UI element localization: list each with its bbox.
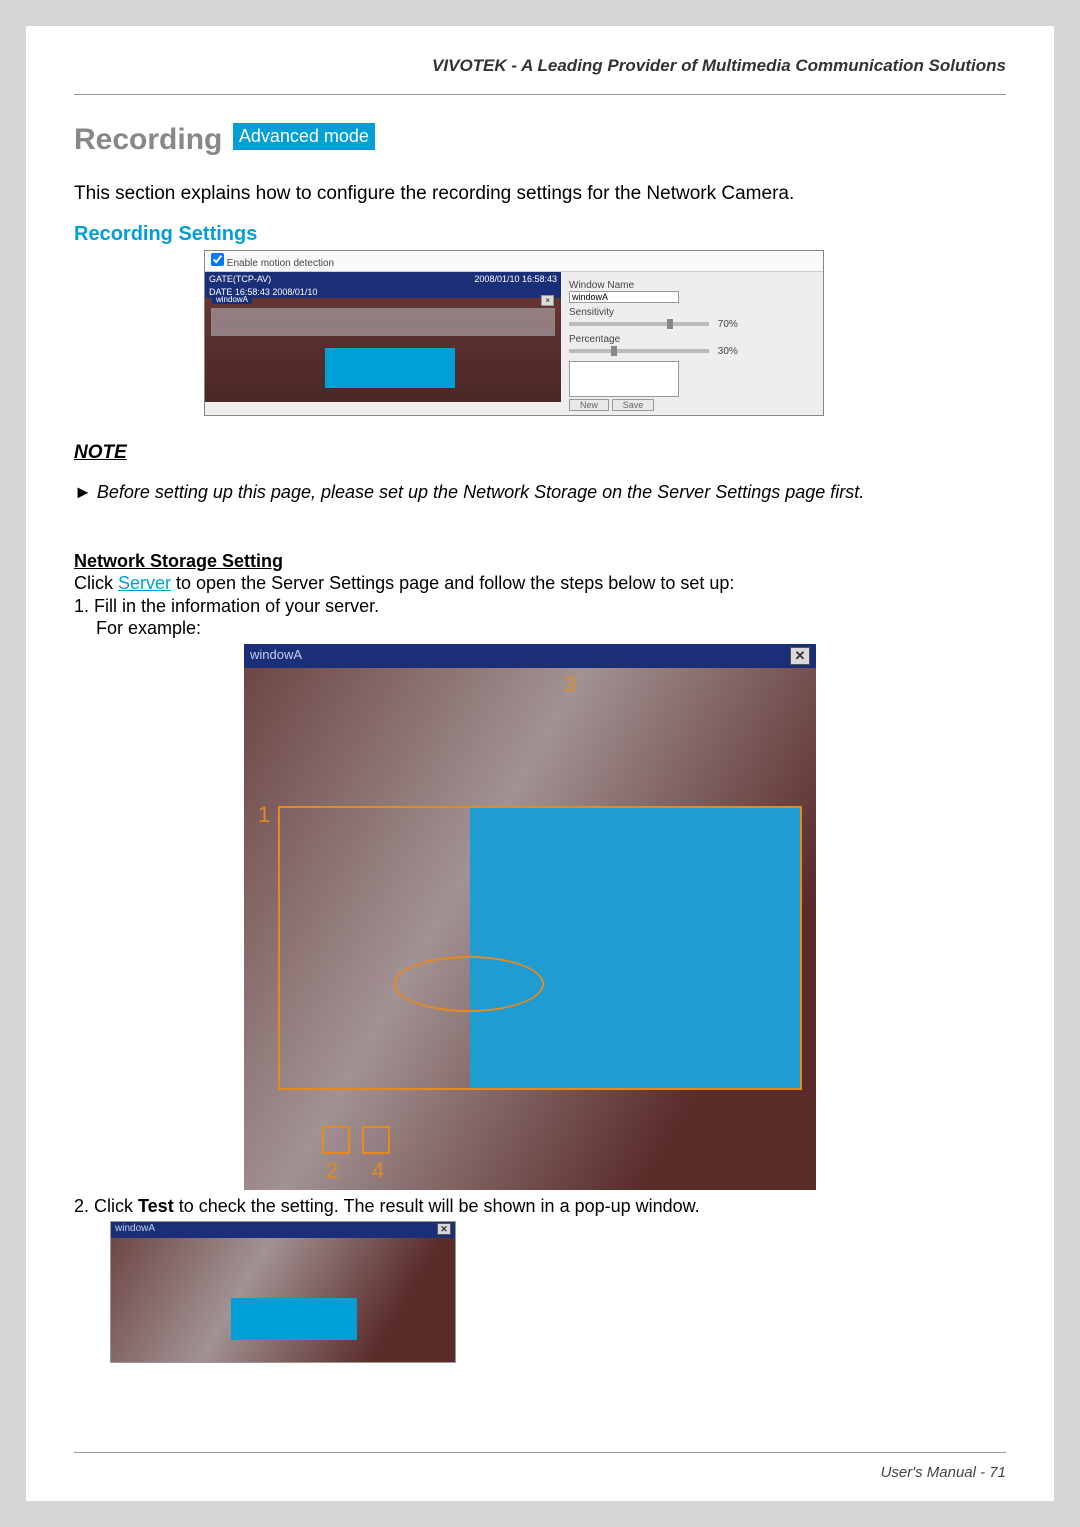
enable-motion-row: Enable motion detection [205, 251, 823, 272]
section-title: Recording [74, 123, 222, 157]
nss-line1b: to open the Server Settings page and fol… [171, 573, 734, 593]
preview-bar2: DATE 16:58:43 2008/01/10 [205, 286, 561, 298]
page-footer: User's Manual - 71 [881, 1464, 1006, 1481]
advanced-mode-badge: Advanced mode [233, 123, 375, 150]
settings-side-panel: Window Name Sensitivity 70% Percentage 3… [561, 272, 823, 415]
annotation-rect [278, 806, 802, 1090]
preview-window-title: windowA [212, 295, 252, 304]
window-list[interactable] [569, 361, 679, 397]
annotation-2: 2 [326, 1158, 338, 1184]
small-overlay [231, 1298, 357, 1340]
enable-motion-label: Enable motion detection [227, 258, 334, 269]
motion-detection-screenshot: Enable motion detection GATE(TCP-AV) 200… [204, 250, 824, 416]
close-icon[interactable]: ✕ [790, 647, 810, 665]
divider-bottom [74, 1452, 1006, 1453]
sensitivity-slider[interactable] [569, 322, 709, 326]
title-row: Recording Advanced mode [74, 123, 1006, 157]
windowa-titlebar: windowA [244, 644, 816, 668]
annotation-4: 4 [372, 1158, 384, 1184]
new-button[interactable]: New [569, 399, 609, 411]
sensitivity-label: Sensitivity [569, 307, 815, 318]
preview-window[interactable]: windowA × [211, 308, 555, 336]
preview-overlay [325, 348, 455, 388]
small-close-icon[interactable]: ✕ [437, 1223, 451, 1235]
divider-top [74, 94, 1006, 95]
percentage-value: 30% [718, 346, 738, 357]
annotation-ellipse [394, 956, 544, 1012]
annotation-1: 1 [258, 802, 270, 828]
preview-bar-right: 2008/01/10 16:58:43 [474, 274, 557, 284]
step2-test: Test [138, 1196, 174, 1216]
windowname-input[interactable] [569, 291, 679, 303]
nss-step1: 1. Fill in the information of your serve… [74, 596, 379, 616]
sensitivity-value: 70% [718, 319, 738, 330]
annotation-3: 3 [564, 672, 576, 698]
step2-text: 2. Click Test to check the setting. The … [74, 1196, 1006, 1217]
windowa-small-titlebar: windowA [111, 1222, 455, 1238]
annotation-box-2 [322, 1126, 350, 1154]
annotation-box-4 [362, 1126, 390, 1154]
windowa-small-screenshot: windowA ✕ [110, 1221, 456, 1363]
save-button[interactable]: Save [612, 399, 655, 411]
preview-window-close-icon[interactable]: × [541, 295, 554, 306]
windowname-label: Window Name [569, 280, 815, 291]
nss-line1a: Click [74, 573, 118, 593]
enable-motion-checkbox[interactable] [211, 253, 224, 266]
intro-text: This section explains how to configure t… [74, 183, 1006, 205]
windowa-large-screenshot: windowA ✕ 1 2 3 4 [244, 644, 816, 1190]
note-heading: NOTE [74, 442, 1006, 464]
page-header: VIVOTEK - A Leading Provider of Multimed… [74, 56, 1006, 76]
network-storage-heading: Network Storage Setting [74, 551, 1006, 572]
preview-pane: GATE(TCP-AV) 2008/01/10 16:58:43 DATE 16… [205, 272, 561, 402]
percentage-slider[interactable] [569, 349, 709, 353]
percentage-label: Percentage [569, 334, 815, 345]
recording-settings-heading: Recording Settings [74, 223, 1006, 246]
server-link[interactable]: Server [118, 573, 171, 593]
step2-a: 2. Click [74, 1196, 138, 1216]
preview-titlebar: GATE(TCP-AV) 2008/01/10 16:58:43 [205, 272, 561, 286]
note-body: ► Before setting up this page, please se… [74, 482, 1006, 503]
for-example-label: For example: [96, 618, 201, 638]
nss-body: Click Server to open the Server Settings… [74, 572, 1006, 640]
step2-c: to check the setting. The result will be… [174, 1196, 700, 1216]
preview-bar-left: GATE(TCP-AV) [209, 274, 271, 284]
